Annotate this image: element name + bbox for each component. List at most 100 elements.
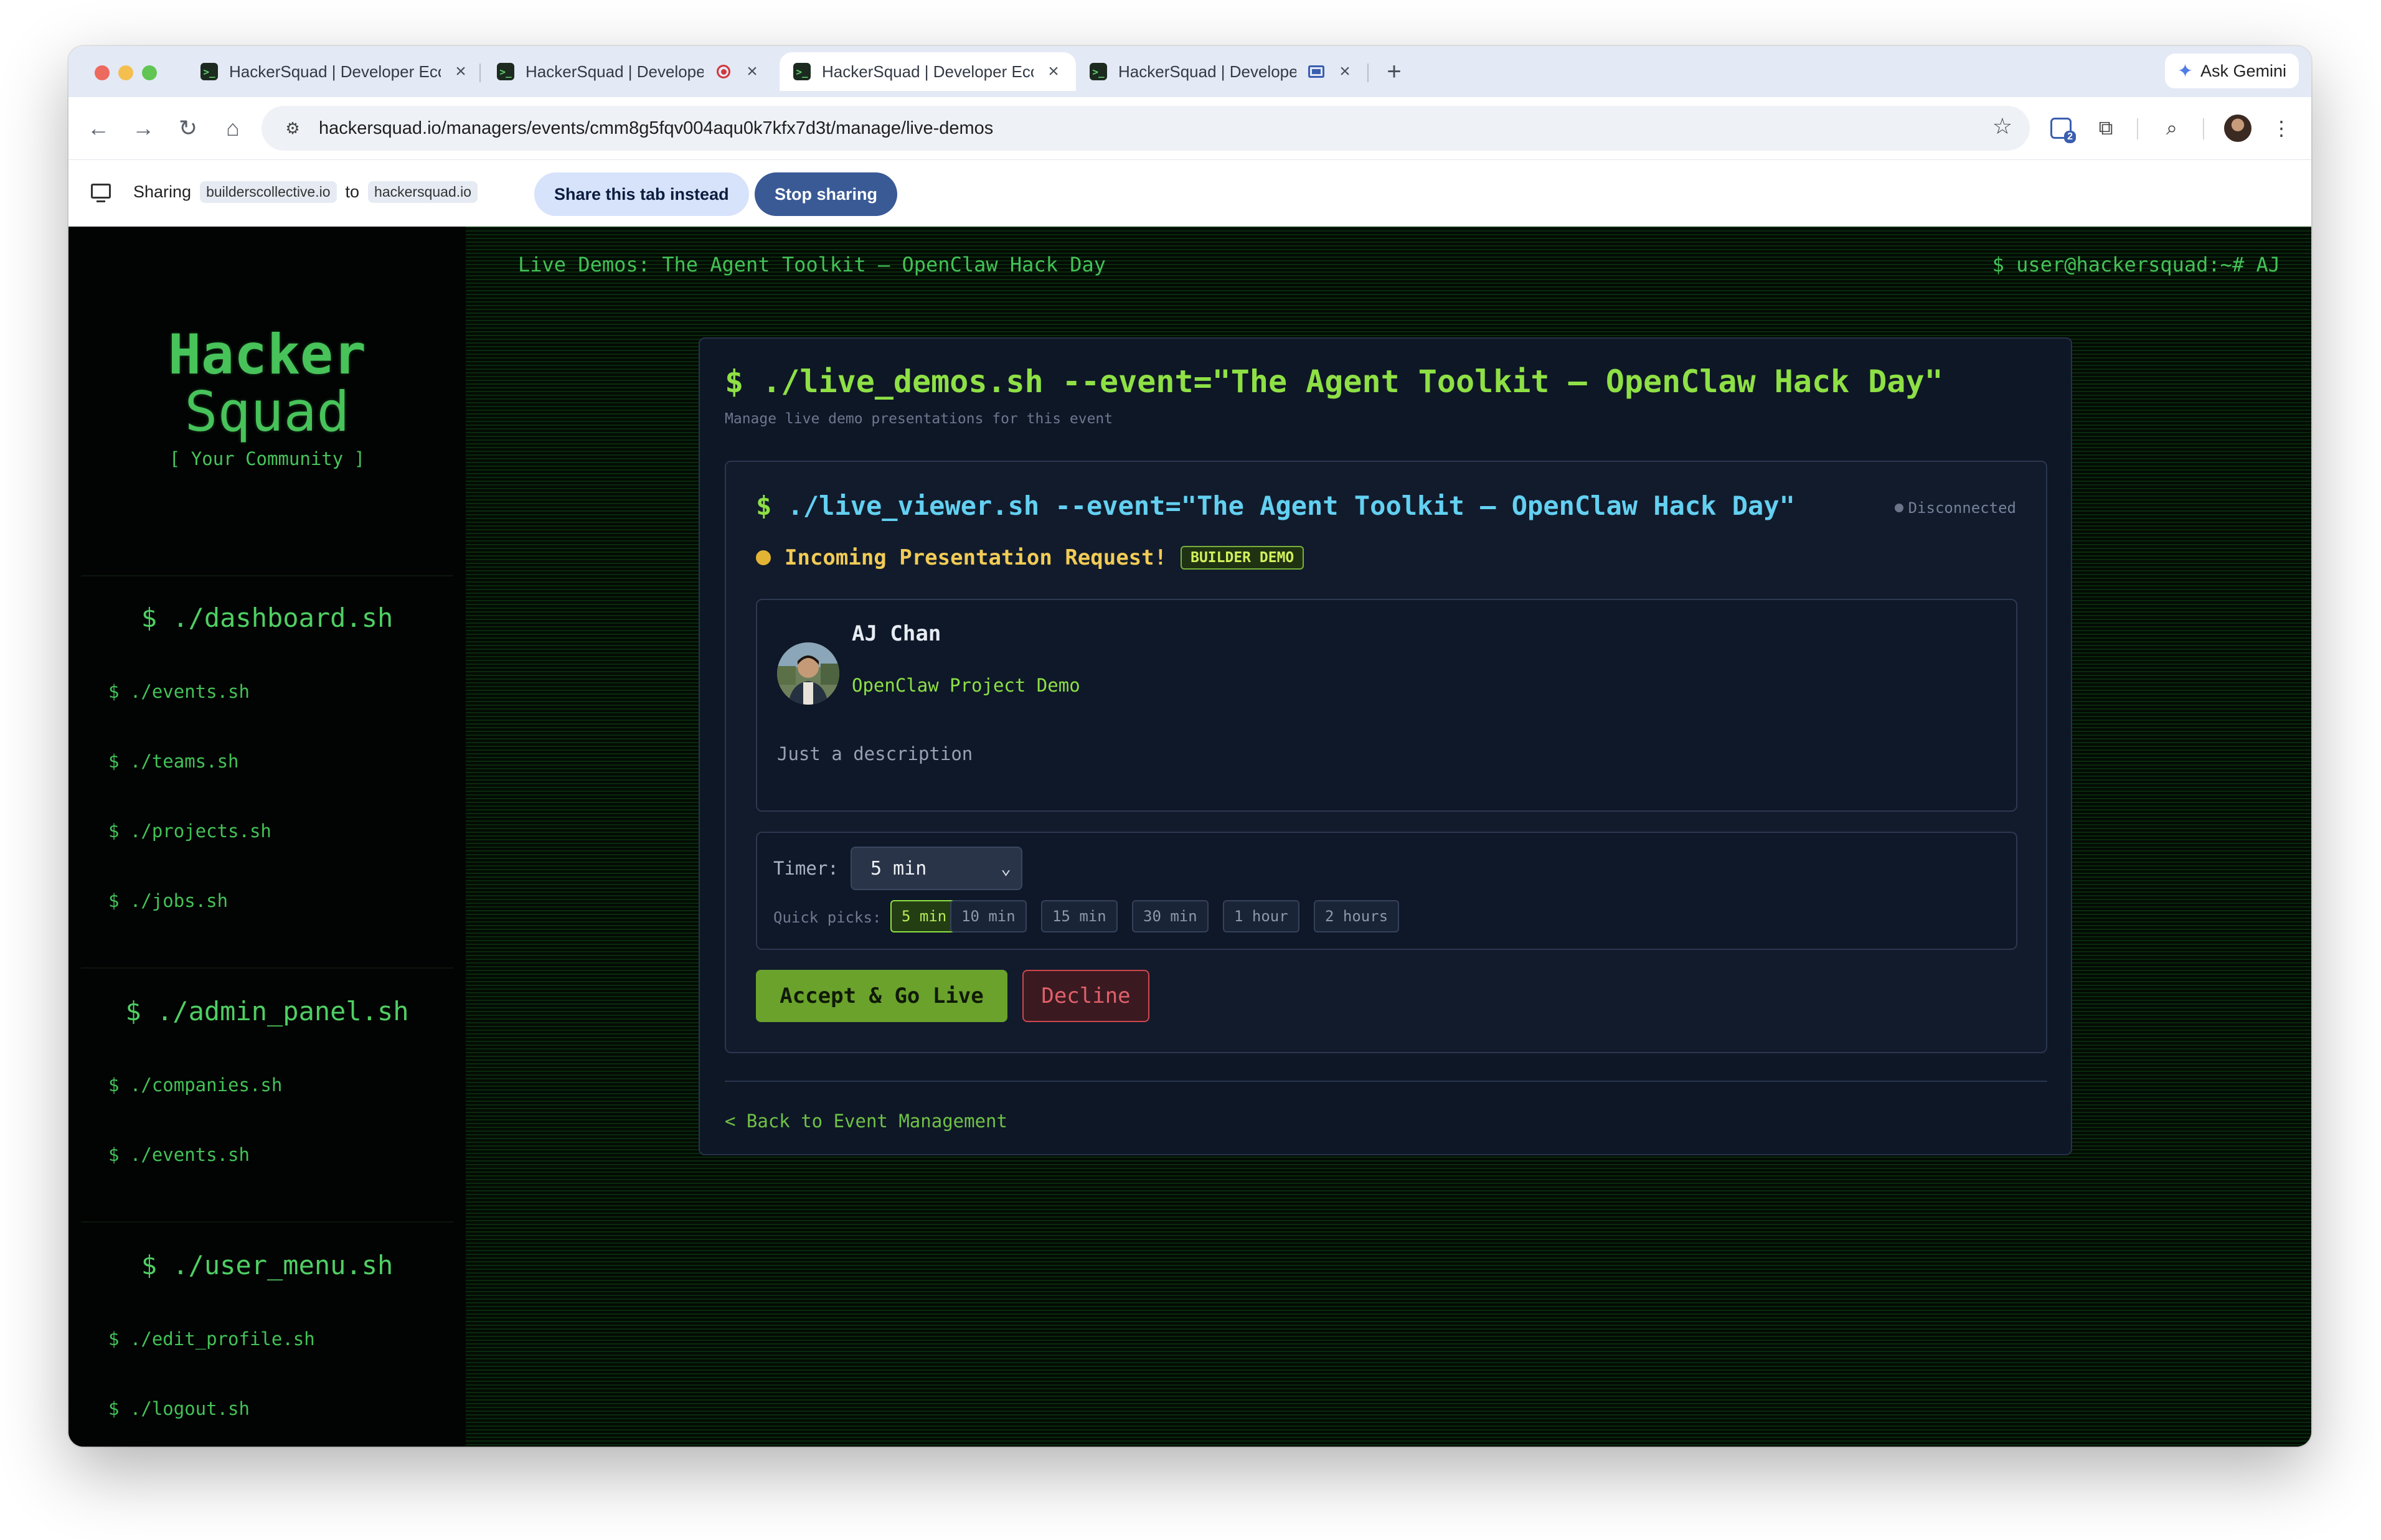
timer-selected-value: 5 min	[870, 857, 927, 880]
sharing-source-chip: builderscollective.io	[200, 181, 337, 203]
browser-tab[interactable]: >_ HackerSquad | Developer Eco ×	[187, 52, 483, 91]
extension-badge-count: 2	[2064, 131, 2076, 143]
tab-strip: >_ HackerSquad | Developer Eco × >_ Hack…	[68, 46, 2311, 97]
viewer-title-command: ./live_viewer.sh --event="The Agent Tool…	[771, 491, 1795, 521]
quick-pick-30-min[interactable]: 30 min	[1132, 900, 1209, 932]
sidebar-heading-admin-panel[interactable]: $ ./admin_panel.sh	[68, 996, 466, 1026]
quick-pick-5-min[interactable]: 5 min	[890, 900, 958, 932]
sharing-label: Sharing	[133, 182, 192, 201]
browser-toolbar: ← → ↻ ⌂ ⚙ hackersquad.io/managers/events…	[68, 97, 2311, 159]
browser-tab[interactable]: >_ HackerSquad | Developer ×	[1076, 52, 1367, 91]
sidebar-item-events[interactable]: $ ./events.sh	[108, 681, 250, 702]
terminal-favicon-icon: >_	[200, 63, 218, 80]
main-area: Live Demos: The Agent Toolkit — OpenClaw…	[466, 227, 2311, 1447]
terminal-favicon-icon: >_	[793, 63, 811, 80]
more-menu-icon[interactable]: ⋮	[2264, 111, 2299, 146]
connection-status-label: Disconnected	[1908, 499, 2016, 517]
tab-title: HackerSquad | Developer	[1118, 62, 1296, 81]
sidebar-item-teams[interactable]: $ ./teams.sh	[108, 751, 239, 772]
presenter-name: AJ Chan	[852, 621, 941, 646]
screen-share-icon	[1308, 63, 1325, 80]
presenter-card: AJ Chan OpenClaw Project Demo Just a des…	[756, 599, 2017, 812]
quick-pick-1-hour[interactable]: 1 hour	[1223, 900, 1299, 932]
screen-share-icon	[91, 184, 111, 202]
tab-separator	[1367, 63, 1369, 82]
gemini-sparkle-icon: ✦	[2177, 60, 2193, 82]
new-tab-button[interactable]: +	[1379, 56, 1410, 87]
forward-arrow-icon[interactable]: →	[125, 110, 162, 147]
logo-tagline: [ Your Community ]	[169, 448, 365, 469]
back-arrow-icon[interactable]: ←	[80, 110, 117, 147]
tab-close-icon[interactable]: ×	[743, 61, 761, 82]
sidebar-heading-user-menu[interactable]: $ ./user_menu.sh	[68, 1250, 466, 1280]
sidebar-item-projects[interactable]: $ ./projects.sh	[108, 820, 271, 842]
back-to-event-management-link[interactable]: < Back to Event Management	[725, 1110, 1007, 1132]
timer-panel: Timer: 5 min ⌄ Quick picks: 5 min 10 min…	[756, 832, 2017, 950]
extensions-puzzle-icon[interactable]: ⧉	[2088, 111, 2123, 146]
connection-status: Disconnected	[1894, 499, 2016, 517]
viewer-title-prompt: $	[756, 491, 772, 521]
sidebar-item-admin-events[interactable]: $ ./events.sh	[108, 1144, 250, 1165]
accept-go-live-button[interactable]: Accept & Go Live	[756, 970, 1007, 1022]
sidebar-item-logout[interactable]: $ ./logout.sh	[108, 1398, 250, 1419]
quick-picks-label: Quick picks:	[773, 909, 882, 926]
chevron-down-icon: ⌄	[1001, 858, 1011, 878]
card-title: $ ./live_demos.sh --event="The Agent Too…	[725, 364, 1943, 400]
reload-icon[interactable]: ↻	[169, 110, 207, 147]
page-content: Hacker Squad [ Your Community ] $ ./dash…	[68, 227, 2311, 1447]
tab-search-icon[interactable]: ⌕	[2154, 111, 2189, 146]
address-bar[interactable]: ⚙ hackersquad.io/managers/events/cmm8g5f…	[262, 106, 2030, 151]
tab-title: HackerSquad | Developer	[526, 62, 704, 81]
quick-pick-15-min[interactable]: 15 min	[1041, 900, 1118, 932]
card-subtitle: Manage live demo presentations for this …	[725, 411, 1113, 427]
incoming-request: Incoming Presentation Request! BUILDER D…	[756, 545, 1304, 570]
pulse-dot-icon	[756, 550, 771, 565]
minimize-window-button[interactable]	[118, 65, 133, 80]
hackersquad-logo[interactable]: Hacker Squad [ Your Community ]	[68, 326, 466, 470]
browser-tab[interactable]: >_ HackerSquad | Developer ×	[483, 52, 775, 91]
sharing-text: Sharing builderscollective.io to hackers…	[133, 181, 478, 203]
tab-close-icon[interactable]: ×	[452, 61, 469, 82]
sidebar-divider	[81, 1221, 453, 1223]
site-info-icon[interactable]: ⚙	[278, 113, 308, 143]
incoming-request-label: Incoming Presentation Request!	[785, 545, 1167, 570]
tab-close-icon[interactable]: ×	[1336, 61, 1354, 82]
decline-button[interactable]: Decline	[1022, 970, 1149, 1022]
browser-tab-active[interactable]: >_ HackerSquad | Developer Eco ×	[780, 52, 1076, 91]
sidebar-divider	[81, 967, 453, 969]
sidebar-heading-dashboard[interactable]: $ ./dashboard.sh	[68, 603, 466, 633]
presenter-description: Just a description	[777, 743, 973, 764]
share-this-tab-button[interactable]: Share this tab instead	[534, 172, 749, 216]
builder-demo-badge: BUILDER DEMO	[1181, 546, 1304, 570]
presenter-avatar	[777, 642, 839, 705]
maximize-window-button[interactable]	[142, 65, 157, 80]
viewer-title: $ ./live_viewer.sh --event="The Agent To…	[756, 491, 1795, 521]
tab-separator	[479, 63, 481, 82]
card-divider	[725, 1081, 2047, 1082]
logo-line-2: Squad	[184, 380, 350, 444]
url-text[interactable]: hackersquad.io/managers/events/cmm8g5fqv…	[319, 118, 993, 139]
sidebar-item-companies[interactable]: $ ./companies.sh	[108, 1074, 282, 1096]
tab-close-icon[interactable]: ×	[1045, 61, 1062, 82]
close-window-button[interactable]	[95, 65, 110, 80]
sidebar-item-edit-profile[interactable]: $ ./edit_profile.sh	[108, 1328, 315, 1350]
toolbar-divider	[2137, 118, 2138, 139]
extension-badge-icon[interactable]: 2	[2044, 111, 2078, 146]
home-icon[interactable]: ⌂	[214, 110, 252, 147]
sidebar-item-jobs[interactable]: $ ./jobs.sh	[108, 890, 228, 911]
sharing-infobar: Sharing builderscollective.io to hackers…	[68, 159, 2311, 227]
quick-pick-10-min[interactable]: 10 min	[950, 900, 1027, 932]
page-title: Live Demos: The Agent Toolkit — OpenClaw…	[518, 253, 1106, 276]
recording-icon	[715, 63, 732, 80]
presenter-project: OpenClaw Project Demo	[852, 675, 1080, 696]
ask-gemini-label: Ask Gemini	[2200, 61, 2286, 80]
user-prompt[interactable]: $ user@hackersquad:~# AJ	[1992, 253, 2280, 276]
tab-title: HackerSquad | Developer Eco	[822, 62, 1034, 81]
bookmark-star-icon[interactable]: ☆	[1992, 113, 2012, 139]
ask-gemini-button[interactable]: ✦ Ask Gemini	[2164, 54, 2299, 88]
quick-pick-2-hours[interactable]: 2 hours	[1314, 900, 1400, 932]
timer-label: Timer:	[773, 858, 839, 879]
profile-avatar[interactable]	[2220, 111, 2255, 146]
stop-sharing-button[interactable]: Stop sharing	[755, 172, 898, 216]
timer-select[interactable]: 5 min ⌄	[851, 847, 1022, 890]
